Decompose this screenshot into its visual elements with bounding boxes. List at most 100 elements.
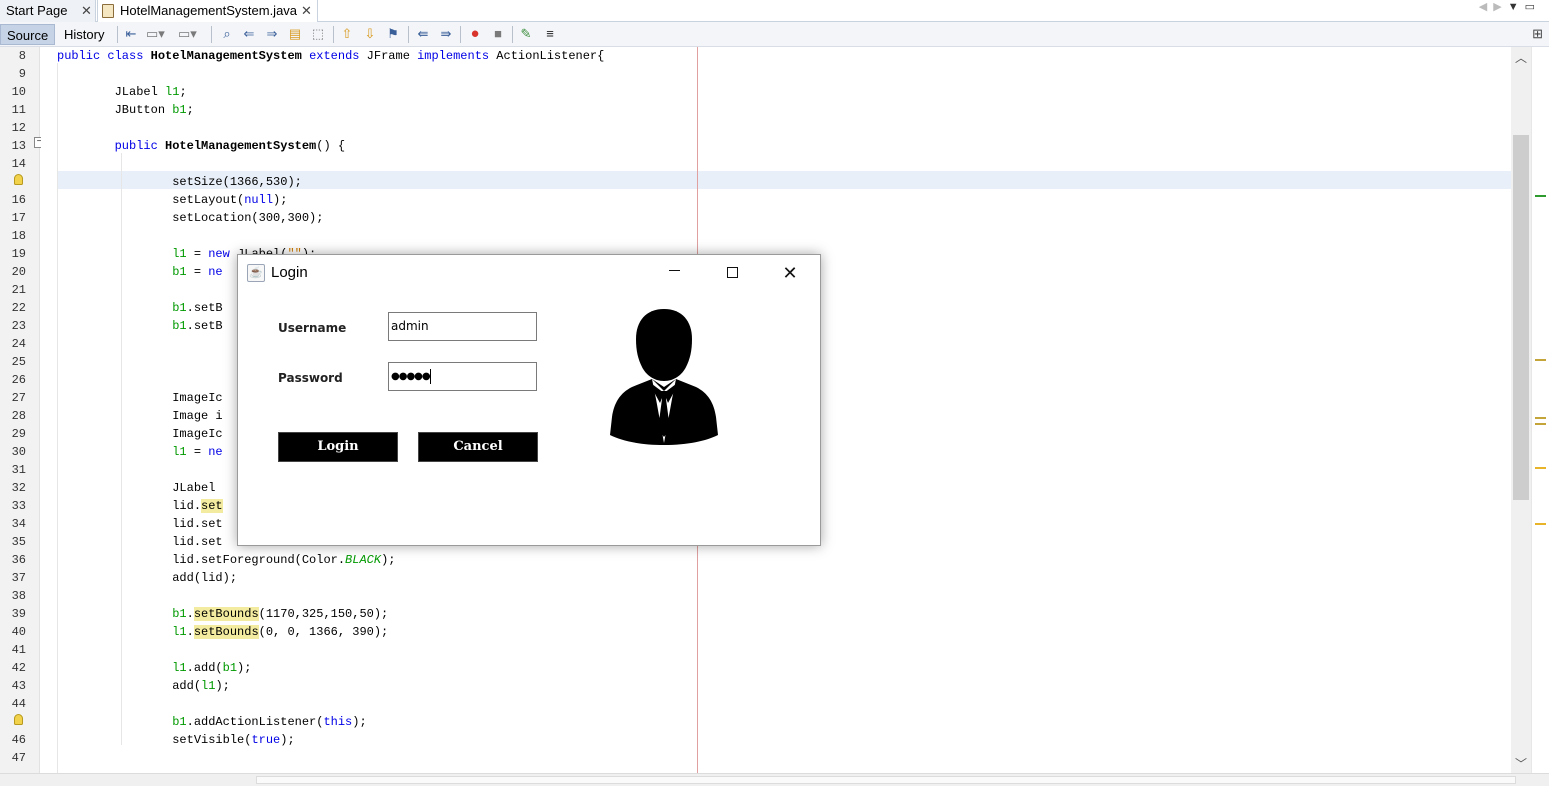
- line-number: 26: [11, 373, 26, 387]
- line-number-gutter: 8 9 10 11 12 13 14 16 17 18 19 20 21 22 23 24 25 26 27 28 29…: [0, 47, 45, 773]
- lightbulb-hint-icon[interactable]: [14, 174, 23, 185]
- maximize-icon: [726, 267, 738, 278]
- warning-marker[interactable]: [1535, 359, 1546, 361]
- find-previous-icon[interactable]: ⇐: [240, 25, 258, 43]
- line-number: 40: [11, 625, 26, 639]
- uncomment-icon[interactable]: ≡: [541, 25, 559, 43]
- line-number: 31: [11, 463, 26, 477]
- last-edit-icon[interactable]: ⇤: [122, 25, 140, 43]
- username-field[interactable]: admin: [388, 312, 537, 341]
- tab-java-label: HotelManagementSystem.java: [120, 3, 298, 18]
- line-number: 34: [11, 517, 26, 531]
- line-number: 18: [11, 229, 26, 243]
- forward-icon[interactable]: ▭▾: [178, 25, 197, 43]
- editor-tab-bar: Start Page ✕ HotelManagementSystem.java …: [0, 0, 1549, 22]
- split-editor-icon[interactable]: ⊞: [1532, 26, 1543, 42]
- rectangular-selection-icon[interactable]: ⬚: [309, 25, 327, 43]
- line-number: 20: [11, 265, 26, 279]
- toolbar-separator: [117, 26, 118, 43]
- scroll-tabs-right-icon[interactable]: ▶: [1493, 1, 1507, 13]
- next-bookmark-icon[interactable]: ⇩: [361, 25, 379, 43]
- line-number: 27: [11, 391, 26, 405]
- line-number: 9: [18, 67, 26, 81]
- tab-start-page[interactable]: Start Page ✕: [0, 0, 96, 22]
- scroll-tabs-left-icon[interactable]: ◀: [1479, 1, 1493, 13]
- java-cup-icon: ☕: [247, 264, 265, 282]
- dialog-title: Login: [271, 264, 308, 281]
- line-number: 30: [11, 445, 26, 459]
- line-number: 10: [11, 85, 26, 99]
- minimize-button[interactable]: [659, 261, 689, 285]
- warning-marker[interactable]: [1535, 523, 1546, 525]
- editor-toolbar: Source History ⇤ ▭▾ ▭▾ ⌕ ⇐ ⇒ ▤ ⬚ ⇧ ⇩ ⚑ ⇚…: [0, 22, 1549, 47]
- history-view-button[interactable]: History: [58, 24, 114, 45]
- line-numbers: 8 9 10 11 12 13 14 16 17 18 19 20 21 22 23 24 25 26 27 28 29…: [0, 47, 26, 767]
- find-icon[interactable]: ⌕: [218, 25, 236, 43]
- line-number: 24: [11, 337, 26, 351]
- java-file-icon: [102, 4, 114, 18]
- line-number: 28: [11, 409, 26, 423]
- line-number: 19: [11, 247, 26, 261]
- minimize-icon: [668, 270, 680, 271]
- line-number: 47: [11, 751, 26, 765]
- line-number: 33: [11, 499, 26, 513]
- scroll-down-icon[interactable]: ﹀: [1515, 755, 1527, 772]
- username-label: Username: [278, 321, 347, 335]
- lightbulb-hint-icon[interactable]: [14, 714, 23, 725]
- line-number: 16: [11, 193, 26, 207]
- line-number: 13: [11, 139, 26, 153]
- previous-bookmark-icon[interactable]: ⇧: [338, 25, 356, 43]
- change-marker[interactable]: [1535, 195, 1546, 197]
- horizontal-scrollbar[interactable]: [0, 773, 1549, 786]
- line-number: 46: [11, 733, 26, 747]
- restore-window-icon[interactable]: ▭: [1525, 1, 1541, 13]
- tab-start-page-label: Start Page: [6, 3, 68, 18]
- line-number: 41: [11, 643, 26, 657]
- password-field[interactable]: ●●●●●: [388, 362, 537, 391]
- close-icon: ✕: [782, 263, 798, 283]
- toggle-bookmark-icon[interactable]: ⚑: [384, 25, 402, 43]
- tab-list-dropdown-icon[interactable]: ▼: [1508, 1, 1525, 13]
- toolbar-separator: [408, 26, 409, 43]
- line-number: 22: [11, 301, 26, 315]
- username-value: admin: [391, 319, 429, 333]
- login-dialog: ☕ Login ✕ Username admin Password ●●●●● …: [237, 254, 821, 546]
- shift-right-icon[interactable]: ⇛: [437, 25, 455, 43]
- find-next-icon[interactable]: ⇒: [263, 25, 281, 43]
- password-value: ●●●●●: [391, 371, 431, 382]
- vertical-scrollbar[interactable]: ︿ ﹀: [1511, 47, 1531, 773]
- line-number: 35: [11, 535, 26, 549]
- warning-marker[interactable]: [1535, 423, 1546, 425]
- cancel-button[interactable]: Cancel: [418, 432, 538, 462]
- line-number: 32: [11, 481, 26, 495]
- toolbar-separator: [460, 26, 461, 43]
- back-icon[interactable]: ▭▾: [146, 25, 165, 43]
- scrollbar-thumb[interactable]: [1513, 135, 1529, 500]
- comment-icon[interactable]: ✎: [517, 25, 535, 43]
- start-macro-recording-icon[interactable]: ●: [466, 25, 484, 43]
- toggle-highlight-icon[interactable]: ▤: [286, 25, 304, 43]
- close-icon[interactable]: ✕: [301, 0, 312, 21]
- toolbar-separator: [211, 26, 212, 43]
- error-stripe[interactable]: [1531, 47, 1549, 773]
- source-view-button[interactable]: Source: [0, 24, 55, 45]
- close-icon[interactable]: ✕: [81, 0, 92, 21]
- shift-left-icon[interactable]: ⇚: [414, 25, 432, 43]
- scroll-up-icon[interactable]: ︿: [1515, 49, 1527, 66]
- line-number: 12: [11, 121, 26, 135]
- line-number: 8: [18, 49, 26, 63]
- scrollbar-thumb[interactable]: [256, 776, 1516, 784]
- stop-macro-recording-icon[interactable]: ■: [489, 25, 507, 43]
- maximize-button[interactable]: [717, 261, 747, 285]
- dialog-title-bar[interactable]: ☕ Login ✕: [238, 255, 820, 291]
- toolbar-separator: [333, 26, 334, 43]
- close-button[interactable]: ✕: [775, 261, 805, 285]
- warning-marker[interactable]: [1535, 417, 1546, 419]
- line-number: 42: [11, 661, 26, 675]
- tab-navigation[interactable]: ◀▶▼▭: [1479, 0, 1541, 14]
- warning-marker[interactable]: [1535, 467, 1546, 469]
- line-number: 36: [11, 553, 26, 567]
- tab-hotel-management-system[interactable]: HotelManagementSystem.java ✕: [97, 0, 318, 22]
- line-number: 44: [11, 697, 26, 711]
- login-button[interactable]: Login: [278, 432, 398, 462]
